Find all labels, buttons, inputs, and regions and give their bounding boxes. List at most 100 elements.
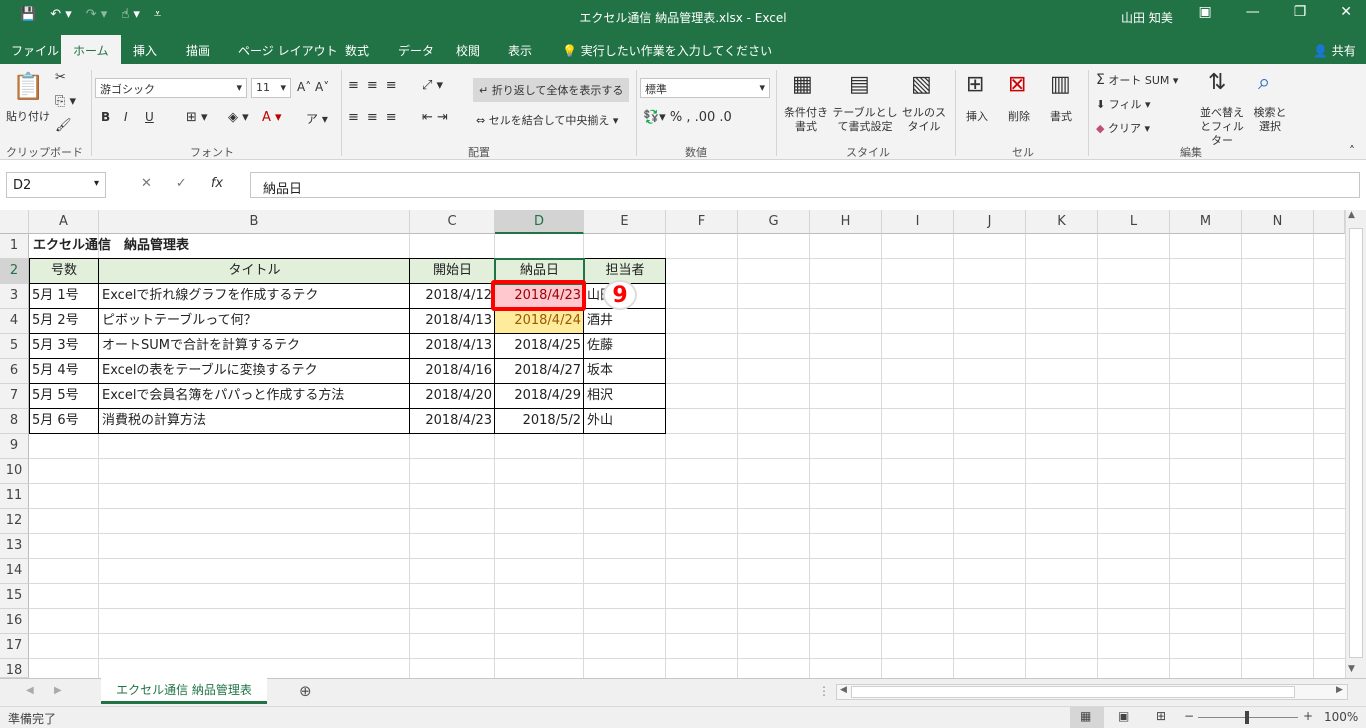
tab-view[interactable]: 表示 <box>508 42 532 59</box>
table-cell[interactable]: 2018/4/24 <box>495 309 584 333</box>
column-header-g[interactable]: G <box>738 210 810 234</box>
minimize-button[interactable]: — <box>1246 4 1260 20</box>
table-cell[interactable]: 5月 5号 <box>29 384 82 408</box>
share-button[interactable]: 👤 共有 <box>1313 42 1356 59</box>
zoom-in-icon[interactable]: + <box>1303 709 1313 723</box>
conditional-format-icon[interactable]: ▦ <box>792 72 813 97</box>
select-all-corner[interactable] <box>0 210 29 234</box>
row-header[interactable]: 14 <box>0 559 29 584</box>
table-cell[interactable]: 2018/4/25 <box>495 334 584 358</box>
row-header[interactable]: 8 <box>0 409 29 434</box>
row-header[interactable]: 13 <box>0 534 29 559</box>
font-size-dropdown[interactable]: 11 ▾ <box>251 78 291 98</box>
header-issue[interactable]: 号数 <box>29 259 99 283</box>
number-format-dropdown[interactable]: 標準 ▾ <box>640 78 770 98</box>
table-cell[interactable]: 2018/4/13 <box>410 309 495 333</box>
row-header[interactable]: 4 <box>0 309 29 334</box>
table-cell[interactable]: 5月 4号 <box>29 359 82 383</box>
autosum-button[interactable]: Σ オート SUM ▾ <box>1096 72 1178 88</box>
sheet-title[interactable]: エクセル通信 納品管理表 <box>30 234 192 258</box>
row-header[interactable]: 5 <box>0 334 29 359</box>
row-header[interactable]: 2 <box>0 259 29 284</box>
scroll-up-icon[interactable]: ▲ <box>1348 210 1355 220</box>
row-header[interactable]: 11 <box>0 484 29 509</box>
cell-styles-icon[interactable]: ▧ <box>911 72 932 97</box>
table-cell[interactable]: 佐藤 <box>584 334 616 358</box>
wrap-text-button[interactable]: ↵ 折り返して全体を表示する <box>473 78 630 102</box>
table-cell[interactable]: Excelで会員名簿をパパっと作成する方法 <box>99 384 347 408</box>
restore-button[interactable]: ❐ <box>1294 4 1307 20</box>
column-header-a[interactable]: A <box>29 210 99 234</box>
horizontal-scrollbar-thumb[interactable] <box>851 686 1295 698</box>
column-header-m[interactable]: M <box>1170 210 1242 234</box>
table-cell[interactable]: 2018/4/13 <box>410 334 495 358</box>
format-as-table-icon[interactable]: ▤ <box>849 72 870 97</box>
cut-icon[interactable]: ✂ <box>55 70 66 85</box>
merge-center-button[interactable]: ⇔ セルを結合して中央揃え ▾ <box>476 112 618 128</box>
row-header[interactable]: 3 <box>0 284 29 309</box>
vertical-scrollbar[interactable]: ▲ ▼ <box>1345 210 1366 678</box>
format-cells-icon[interactable]: ▥ <box>1050 72 1071 97</box>
header-title[interactable]: タイトル <box>99 259 410 283</box>
cell-styles-button[interactable]: セルのスタイル <box>899 106 949 134</box>
table-cell[interactable]: 2018/4/29 <box>495 384 584 408</box>
borders-icon[interactable]: ⊞ ▾ <box>186 110 208 125</box>
table-cell[interactable]: Excelで折れ線グラフを作成するテク <box>99 284 321 308</box>
table-cell[interactable]: 2018/4/23 <box>410 409 495 433</box>
row-header[interactable]: 1 <box>0 234 29 259</box>
scroll-down-icon[interactable]: ▼ <box>1348 664 1355 674</box>
column-header-o[interactable] <box>1314 210 1345 234</box>
column-header-c[interactable]: C <box>410 210 495 234</box>
column-header-k[interactable]: K <box>1026 210 1098 234</box>
paste-button[interactable]: 貼り付け <box>6 108 50 124</box>
table-cell[interactable]: 消費税の計算方法 <box>99 409 209 433</box>
font-name-dropdown[interactable]: 游ゴシック ▾ <box>95 78 247 98</box>
delete-cells-button[interactable]: 削除 <box>1008 108 1030 124</box>
table-cell[interactable]: 酒井 <box>584 309 616 333</box>
column-header-b[interactable]: B <box>99 210 410 234</box>
close-button[interactable]: ✕ <box>1340 4 1352 20</box>
row-header[interactable]: 16 <box>0 609 29 634</box>
zoom-level[interactable]: 100% <box>1324 710 1358 724</box>
table-cell[interactable]: 5月 6号 <box>29 409 82 433</box>
tab-insert[interactable]: 挿入 <box>133 42 157 59</box>
row-header[interactable]: 12 <box>0 509 29 534</box>
scroll-left-icon[interactable]: ◀ <box>840 685 847 695</box>
row-header[interactable]: 10 <box>0 459 29 484</box>
scroll-sheets-left-icon[interactable]: ◀ <box>26 685 34 696</box>
paste-icon[interactable]: 📋 <box>12 72 44 102</box>
cancel-icon[interactable]: ✕ <box>141 176 152 191</box>
sort-filter-icon[interactable]: ⇅ <box>1208 70 1226 95</box>
spreadsheet-grid[interactable]: A B C D E F G H I J K L M N 1 2 3 4 5 6 … <box>0 210 1366 678</box>
vertical-align-icons[interactable]: ≡≡≡ <box>348 78 405 93</box>
copy-icon[interactable]: ⎘ ▾ <box>55 94 76 109</box>
column-header-h[interactable]: H <box>810 210 882 234</box>
format-as-table-button[interactable]: テーブルとして書式設定 <box>831 106 899 134</box>
tab-file[interactable]: ファイル <box>11 42 59 59</box>
format-cells-button[interactable]: 書式 <box>1050 108 1072 124</box>
tab-review[interactable]: 校閲 <box>456 42 480 59</box>
column-header-f[interactable]: F <box>666 210 738 234</box>
table-cell[interactable]: 坂本 <box>584 359 616 383</box>
row-header[interactable]: 17 <box>0 634 29 659</box>
zoom-slider-thumb[interactable] <box>1245 711 1249 724</box>
column-header-i[interactable]: I <box>882 210 954 234</box>
table-cell[interactable]: 2018/5/2 <box>495 409 584 433</box>
enter-icon[interactable]: ✓ <box>176 176 187 191</box>
horizontal-scrollbar[interactable]: ◀ ▶ <box>836 684 1348 700</box>
scroll-sheets-right-icon[interactable]: ▶ <box>54 685 62 696</box>
delete-cells-icon[interactable]: ⊠ <box>1008 72 1026 97</box>
number-format-icons[interactable]: 💱▾ % , .00 .0 <box>643 110 732 125</box>
clear-button[interactable]: ◆ クリア ▾ <box>1096 120 1150 136</box>
name-box[interactable]: D2 ▾ <box>6 172 106 198</box>
font-color-icon[interactable]: A ▾ <box>262 110 282 125</box>
row-header[interactable]: 18 <box>0 659 29 678</box>
scroll-right-icon[interactable]: ▶ <box>1336 685 1343 695</box>
collapse-ribbon-icon[interactable]: ˄ <box>1349 144 1355 158</box>
insert-function-icon[interactable]: fx <box>211 176 223 191</box>
view-normal-button[interactable]: ▦ <box>1070 707 1104 728</box>
indent-icons[interactable]: ⇤ ⇥ <box>422 110 448 125</box>
tab-draw[interactable]: 描画 <box>186 42 210 59</box>
italic-button[interactable]: I <box>124 110 128 124</box>
split-handle-icon[interactable]: ⋮ <box>818 684 830 698</box>
